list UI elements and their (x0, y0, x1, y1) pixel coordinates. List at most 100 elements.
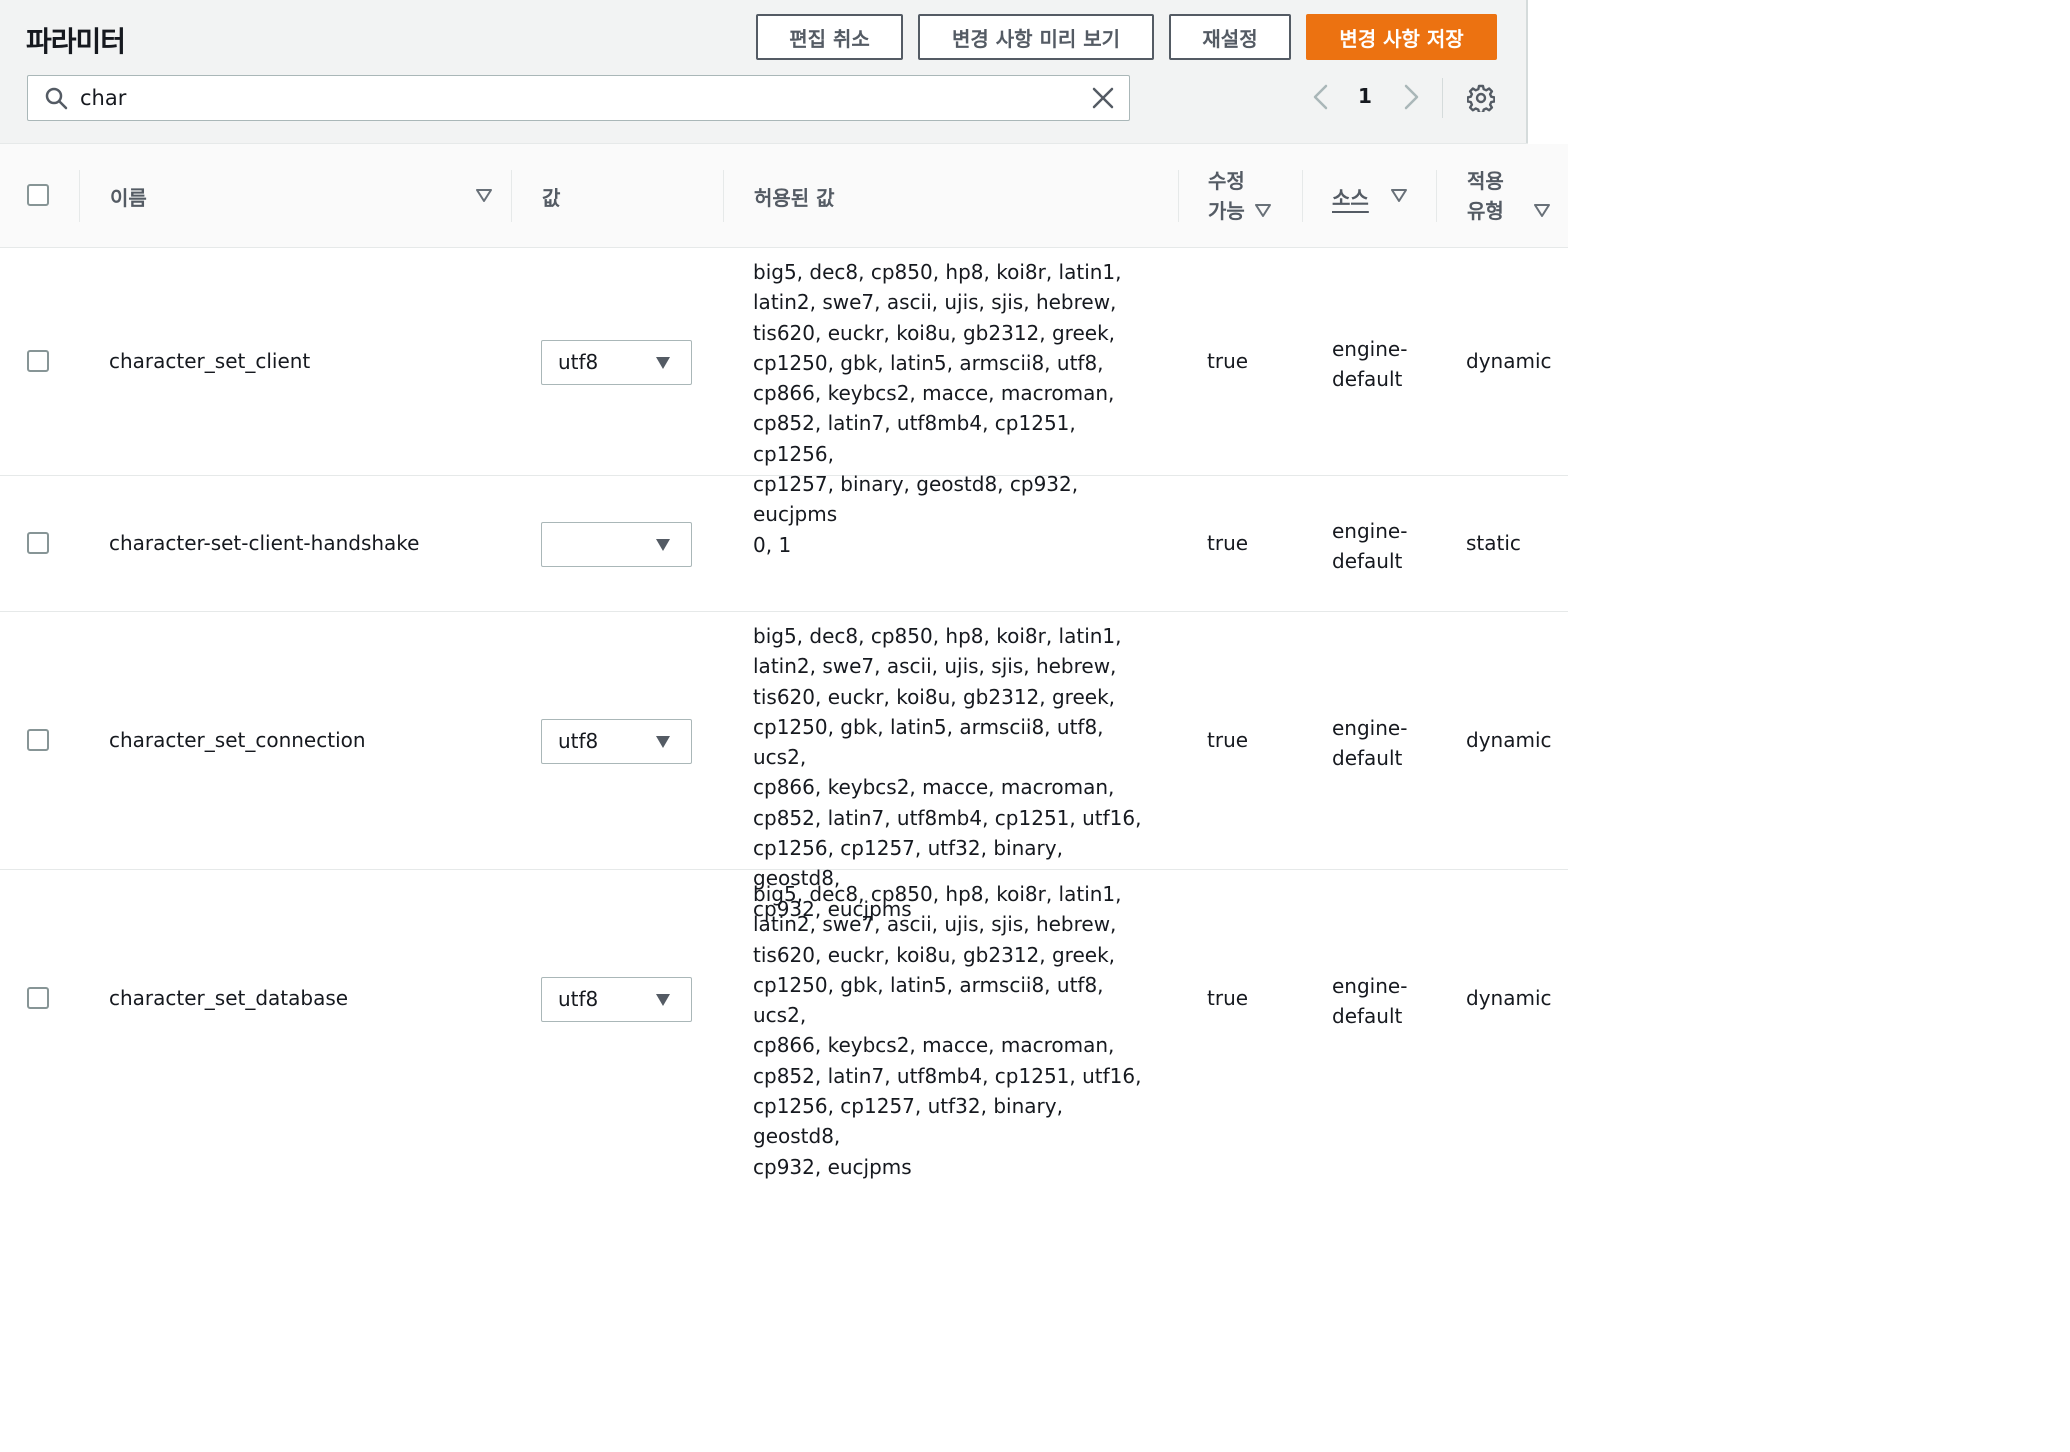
value-select[interactable] (541, 522, 692, 567)
close-icon[interactable] (1091, 86, 1115, 110)
source-line: default (1332, 746, 1403, 770)
allowed-values: 0, 1 (753, 530, 1153, 560)
reset-button[interactable]: 재설정 (1169, 14, 1291, 60)
select-all-checkbox[interactable] (27, 184, 49, 206)
allowed-values-line: 0, 1 (753, 533, 792, 557)
column-label-modifiable-1: 수정 (1208, 169, 1245, 193)
column-divider (1436, 170, 1437, 222)
apply-type-value: static (1466, 531, 1521, 555)
source-line: default (1332, 1004, 1403, 1028)
source-line: engine- (1332, 519, 1408, 543)
column-divider (1302, 170, 1303, 222)
source-value: engine- default (1332, 971, 1407, 1031)
column-header-allowed-values: 허용된 값 (754, 144, 1154, 248)
column-header-apply-type[interactable]: 적용 유형 (1467, 144, 1567, 248)
table-row: character_set_client utf8 big5, dec8, cp… (0, 248, 1568, 526)
chevron-right-icon[interactable] (1398, 84, 1424, 110)
source-line: engine- (1332, 716, 1408, 740)
table-row: character_set_connection utf8 big5, dec8… (0, 612, 1568, 921)
allowed-values-line: tis620, euckr, koi8u, gb2312, greek, (753, 320, 1116, 345)
row-checkbox[interactable] (27, 350, 49, 372)
column-header-modifiable[interactable]: 수정 가능 (1208, 144, 1298, 248)
caret-down-icon (656, 736, 670, 748)
allowed-values-line: cp866, keybcs2, macce, macroman, (753, 381, 1115, 406)
apply-type-value: dynamic (1466, 728, 1552, 752)
row-checkbox[interactable] (27, 987, 49, 1009)
table-row: character_set_database utf8 big5, dec8, … (0, 870, 1568, 1179)
column-label-source: 소스 (1332, 185, 1369, 210)
modifiable-value: true (1207, 349, 1249, 373)
preview-changes-button[interactable]: 변경 사항 미리 보기 (918, 14, 1154, 60)
search-input[interactable] (80, 84, 1060, 112)
column-divider (723, 170, 724, 222)
allowed-values-line: cp1256, cp1257, utf32, binary, geostd8, (753, 1094, 1063, 1149)
source-line: default (1332, 549, 1403, 573)
row-checkbox[interactable] (27, 532, 49, 554)
source-value: engine- default (1332, 516, 1407, 576)
source-line: engine- (1332, 974, 1408, 998)
allowed-values-line: cp1250, gbk, latin5, armscii8, utf8, ucs… (753, 972, 1104, 1028)
value-select-text: utf8 (558, 987, 599, 1011)
parameter-name: character_set_connection (109, 728, 366, 752)
column-header-name[interactable]: 이름 (110, 144, 492, 248)
sort-down-icon[interactable] (1390, 189, 1407, 203)
table-row: character-set-client-handshake 0, 1 true… (0, 476, 1568, 612)
parameter-name: character_set_client (109, 349, 311, 373)
column-header-source[interactable]: 소스 (1332, 144, 1432, 248)
column-label-allowed-values: 허용된 값 (754, 185, 835, 210)
modifiable-value: true (1207, 986, 1249, 1010)
page-header: 파라미터 편집 취소 변경 사항 미리 보기 재설정 변경 사항 저장 1 (0, 0, 1528, 144)
allowed-values-line: latin2, swe7, ascii, ujis, sjis, hebrew, (753, 654, 1117, 679)
caret-down-icon (656, 357, 670, 369)
current-page-number[interactable]: 1 (1352, 84, 1378, 112)
save-changes-button[interactable]: 변경 사항 저장 (1306, 14, 1497, 60)
allowed-values-line: latin2, swe7, ascii, ujis, sjis, hebrew, (753, 912, 1117, 937)
value-select-text: utf8 (558, 350, 599, 374)
value-select[interactable]: utf8 (541, 340, 692, 385)
caret-down-icon (656, 539, 670, 551)
allowed-values-line: tis620, euckr, koi8u, gb2312, greek, (753, 942, 1116, 967)
apply-type-value: dynamic (1466, 349, 1552, 373)
allowed-values-line: cp852, latin7, utf8mb4, cp1251, utf16, (753, 1063, 1142, 1088)
source-line: default (1332, 367, 1403, 391)
allowed-values-line: big5, dec8, cp850, hp8, koi8r, latin1, (753, 260, 1122, 284)
value-select[interactable]: utf8 (541, 977, 692, 1022)
source-value: engine- default (1332, 713, 1407, 773)
allowed-values-line: cp1250, gbk, latin5, armscii8, utf8, ucs… (753, 714, 1104, 770)
allowed-values: big5, dec8, cp850, hp8, koi8r, latin1, l… (753, 879, 1153, 1182)
column-label-apply-type-1: 적용 (1467, 169, 1504, 193)
modifiable-value: true (1207, 728, 1249, 752)
value-select-text: utf8 (558, 729, 599, 753)
allowed-values-line: tis620, euckr, koi8u, gb2312, greek, (753, 684, 1116, 709)
column-divider (79, 170, 80, 222)
apply-type-value: dynamic (1466, 986, 1552, 1010)
page-title: 파라미터 (26, 25, 126, 58)
allowed-values-line: cp1250, gbk, latin5, armscii8, utf8, (753, 350, 1104, 375)
allowed-values-line: cp852, latin7, utf8mb4, cp1251, utf16, (753, 805, 1142, 830)
source-line: engine- (1332, 337, 1408, 361)
search-box (27, 75, 1130, 121)
allowed-values-line: cp866, keybcs2, macce, macroman, (753, 775, 1115, 800)
parameter-name: character-set-client-handshake (109, 531, 420, 555)
gear-icon[interactable] (1467, 84, 1495, 112)
column-header-value: 값 (542, 144, 702, 248)
allowed-values-line: latin2, swe7, ascii, ujis, sjis, hebrew, (753, 290, 1117, 315)
value-select[interactable]: utf8 (541, 719, 692, 764)
cancel-edit-button[interactable]: 편집 취소 (756, 14, 903, 60)
allowed-values-line: cp866, keybcs2, macce, macroman, (753, 1033, 1115, 1058)
column-label-apply-type-2: 유형 (1467, 199, 1504, 223)
allowed-values-line: cp932, eucjpms (753, 1154, 912, 1179)
column-label-name: 이름 (110, 185, 147, 210)
column-divider (1178, 170, 1179, 222)
chevron-left-icon[interactable] (1308, 84, 1334, 110)
caret-down-icon (656, 994, 670, 1006)
table-header: 이름 값 허용된 값 수정 가능 소스 적용 유형 (0, 144, 1568, 248)
pager-divider (1442, 78, 1443, 118)
sort-down-icon[interactable] (1254, 204, 1271, 218)
sort-down-icon[interactable] (476, 189, 492, 203)
allowed-values-line: cp852, latin7, utf8mb4, cp1251, cp1256, (753, 411, 1076, 466)
column-divider (511, 170, 512, 222)
sort-down-icon[interactable] (1533, 204, 1550, 218)
column-label-value: 값 (542, 185, 561, 210)
row-checkbox[interactable] (27, 729, 49, 751)
